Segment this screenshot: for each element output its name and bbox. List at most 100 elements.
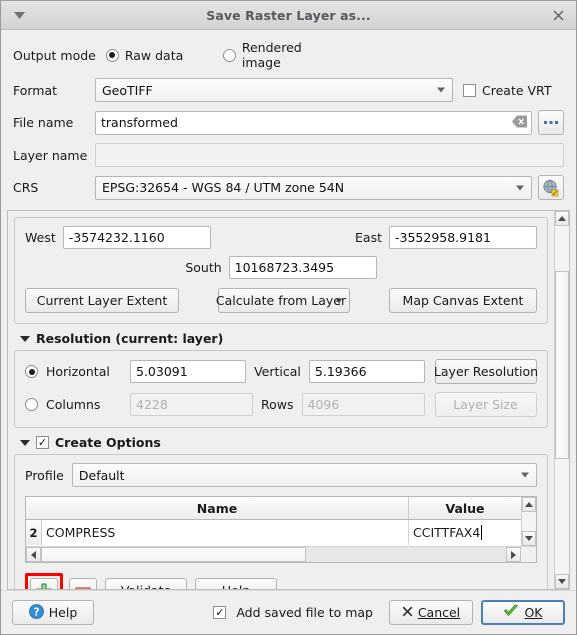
layer-name-label: Layer name (13, 147, 88, 163)
add-option-button[interactable] (30, 578, 58, 589)
format-row: Format GeoTIFF Create VRT (13, 78, 564, 102)
rows-input[interactable]: 4096 (301, 393, 425, 416)
crs-value: EPSG:32654 - WGS 84 / UTM zone 54N (102, 180, 345, 195)
file-name-input[interactable]: transformed (95, 110, 532, 135)
chevron-down-icon (336, 298, 342, 303)
vertical-value: 5.19366 (314, 364, 367, 379)
dialog-scroll-thumb[interactable] (555, 271, 569, 460)
radio-horizontal[interactable] (25, 365, 38, 378)
ok-button-label: OK (524, 605, 543, 620)
east-input[interactable]: -3552958.9181 (389, 226, 537, 249)
scroll-left-button[interactable] (26, 547, 41, 562)
radio-rendered-image[interactable] (222, 48, 236, 62)
add-saved-file-checkbox[interactable]: ✓ (213, 606, 227, 619)
file-name-value: transformed (101, 115, 178, 130)
create-options-group: Profile Default Name Value 2 COMPRESS CC… (14, 454, 548, 589)
create-vrt-checkbox[interactable] (463, 83, 476, 97)
close-icon[interactable] (549, 6, 567, 24)
layer-name-input[interactable] (95, 143, 564, 167)
output-mode-row: Output mode Raw data Rendered image (13, 40, 564, 70)
collapse-triangle-icon[interactable] (20, 335, 30, 342)
crs-globe-icon[interactable] (538, 175, 564, 200)
scrollbar-corner (521, 547, 536, 562)
validate-button[interactable]: Validate (105, 578, 187, 589)
chevron-down-icon[interactable] (9, 5, 29, 25)
create-options-help-button[interactable]: Help (195, 578, 277, 589)
options-scroll-area: West -3574232.1160 East -3552958.9181 So… (7, 210, 570, 590)
collapse-triangle-icon[interactable] (20, 439, 30, 446)
layer-name-row: Layer name (13, 143, 564, 167)
scroll-up-button[interactable] (555, 211, 569, 226)
create-vrt-label[interactable]: Create VRT (482, 83, 564, 98)
east-field-row: East -3552958.9181 (355, 226, 537, 249)
scroll-down-button[interactable] (555, 574, 569, 589)
vertical-input[interactable]: 5.19366 (308, 360, 425, 383)
help-button[interactable]: ? Help (12, 600, 94, 625)
scroll-right-button[interactable] (506, 547, 521, 562)
column-header-name[interactable]: Name (26, 497, 409, 519)
current-layer-extent-button[interactable]: Current Layer Extent (25, 288, 179, 313)
crs-row: CRS EPSG:32654 - WGS 84 / UTM zone 54N (13, 175, 564, 200)
profile-combo[interactable]: Default (71, 463, 537, 487)
clear-icon[interactable] (512, 115, 527, 130)
radio-rendered-image-label[interactable]: Rendered image (242, 40, 324, 70)
table-horizontal-scrollbar[interactable] (26, 546, 536, 562)
help-button-label: Help (48, 605, 78, 620)
add-saved-file-label[interactable]: Add saved file to map (236, 605, 373, 620)
check-icon (503, 604, 519, 621)
table-vertical-scrollbar[interactable] (521, 497, 536, 546)
west-input[interactable]: -3574232.1160 (62, 226, 211, 249)
columns-value: 4228 (136, 397, 168, 412)
calculate-from-layer-label: Calculate from Layer (215, 293, 347, 308)
hscroll-thumb[interactable] (41, 547, 307, 562)
create-options-table: Name Value 2 COMPRESS CCITTFAX4 (25, 496, 537, 563)
chevron-down-icon (521, 472, 529, 478)
create-options-checkbox[interactable]: ✓ (36, 436, 49, 449)
radio-raw-data[interactable] (105, 48, 119, 62)
help-question-icon: ? (28, 603, 44, 622)
south-label: South (185, 260, 222, 275)
table-scroll-track[interactable] (522, 512, 536, 531)
scroll-up-button[interactable] (522, 497, 536, 512)
horizontal-input[interactable]: 5.03091 (130, 360, 247, 383)
south-input[interactable]: 10168723.3495 (228, 256, 377, 279)
column-header-value[interactable]: Value (409, 497, 521, 519)
cancel-button[interactable]: Cancel (389, 600, 473, 625)
west-label: West (25, 230, 56, 245)
resolution-section-title: Resolution (current: layer) (36, 331, 224, 346)
create-options-buttons: Validate Help (25, 573, 537, 589)
cell-value[interactable]: CCITTFAX4 (409, 520, 521, 545)
map-canvas-extent-button[interactable]: Map Canvas Extent (389, 288, 537, 313)
cell-name[interactable]: COMPRESS (42, 520, 409, 545)
columns-label: Columns (46, 397, 101, 412)
chevron-down-icon (516, 185, 524, 190)
dialog-button-bar: ? Help ✓ Add saved file to map Cancel OK (1, 590, 576, 634)
window-title: Save Raster Layer as... (206, 7, 371, 23)
add-plus-icon (36, 582, 52, 589)
hscroll-track[interactable] (41, 547, 506, 562)
layer-resolution-button[interactable]: Layer Resolution (434, 359, 538, 384)
table-header-row: Name Value (26, 497, 521, 520)
extent-group: West -3574232.1160 East -3552958.9181 So… (14, 217, 548, 324)
table-row[interactable]: 2 COMPRESS CCITTFAX4 (26, 520, 521, 546)
west-value: -3574232.1160 (68, 230, 165, 245)
profile-row: Profile Default (25, 463, 537, 487)
format-combo[interactable]: GeoTIFF (95, 78, 453, 102)
radio-raw-data-label[interactable]: Raw data (125, 48, 207, 63)
add-button-highlight (25, 573, 63, 589)
browse-file-button[interactable] (538, 110, 564, 135)
resolution-section-header[interactable]: Resolution (current: layer) (20, 331, 548, 346)
ok-button[interactable]: OK (481, 600, 565, 625)
dialog-vertical-scrollbar[interactable] (554, 211, 569, 589)
columns-input[interactable]: 4228 (130, 393, 253, 416)
radio-columns[interactable] (25, 398, 38, 411)
create-options-section-header[interactable]: ✓ Create Options (20, 435, 548, 450)
cancel-button-label: Cancel (417, 605, 461, 620)
remove-option-button[interactable] (69, 578, 97, 589)
scroll-down-button[interactable] (522, 531, 536, 546)
calculate-from-layer-button[interactable]: Calculate from Layer (215, 288, 350, 313)
crs-combo[interactable]: EPSG:32654 - WGS 84 / UTM zone 54N (95, 175, 532, 200)
dialog-scroll-track[interactable] (555, 226, 569, 574)
top-form: Output mode Raw data Rendered image Form… (1, 30, 576, 210)
rows-label: Rows (261, 397, 294, 412)
